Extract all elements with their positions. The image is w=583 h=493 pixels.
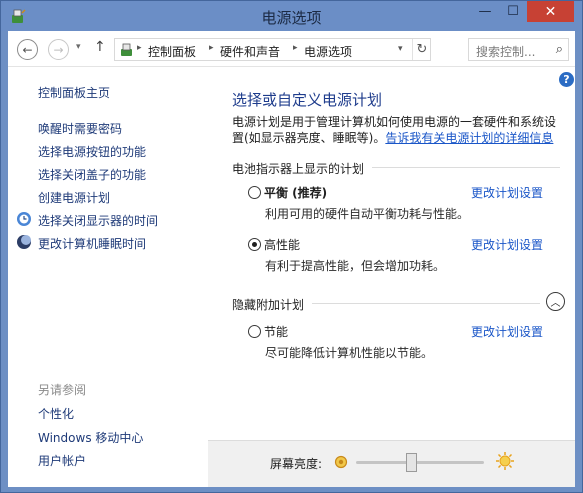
- display-clock-icon: [17, 212, 31, 226]
- plan-high-performance-radio[interactable]: [248, 238, 261, 251]
- close-button[interactable]: ✕: [527, 1, 574, 22]
- control-panel-icon: [121, 43, 132, 56]
- see-also-mobility-center-link[interactable]: Windows 移动中心: [38, 429, 143, 446]
- power-plan-help-link[interactable]: 告诉我有关电源计划的详细信息: [385, 131, 553, 145]
- screen-brightness-label: 屏幕亮度:: [270, 457, 323, 471]
- breadcrumb-separator-icon: ▸: [137, 43, 142, 53]
- brightness-slider-track[interactable]: [356, 461, 484, 464]
- minimize-button[interactable]: —: [471, 1, 499, 22]
- brightness-slider-thumb[interactable]: [405, 453, 417, 472]
- client-area: ← → ▾ ↑ ▸ 控制面板 ▸ 硬件和声音 ▸ 电源选项 ▾ ↻ 搜索控制..…: [8, 31, 575, 487]
- group-divider: [312, 303, 540, 304]
- group-divider: [372, 167, 560, 168]
- breadcrumb-separator-icon[interactable]: ▸: [209, 43, 214, 53]
- plan-high-performance-change-settings-link[interactable]: 更改计划设置: [471, 236, 543, 253]
- breadcrumb-hardware-sound[interactable]: 硬件和声音: [220, 43, 280, 60]
- navigation-bar: ← → ▾ ↑ ▸ 控制面板 ▸ 硬件和声音 ▸ 电源选项 ▾ ↻ 搜索控制..…: [8, 31, 575, 67]
- see-also-personalization-link[interactable]: 个性化: [38, 405, 74, 422]
- page-description: 电源计划是用于管理计算机如何使用电源的一套硬件和系统设 置(如显示器亮度、睡眠等…: [232, 114, 562, 146]
- up-button[interactable]: ↑: [94, 39, 106, 55]
- search-box[interactable]: 搜索控制... ⌕: [468, 38, 569, 61]
- sidebar-link-create-plan[interactable]: 创建电源计划: [38, 189, 110, 206]
- plan-high-performance-description: 有利于提高性能，但会增加功耗。: [265, 259, 446, 273]
- description-line-1: 电源计划是用于管理计算机如何使用电源的一套硬件和系统设: [232, 115, 557, 129]
- plan-balanced-description: 利用可用的硬件自动平衡功耗与性能。: [265, 207, 470, 221]
- see-also-heading: 另请参阅: [38, 383, 87, 397]
- description-line-2: 置(如显示器亮度、睡眠等)。: [232, 131, 386, 145]
- back-button[interactable]: ←: [17, 39, 38, 60]
- power-options-window: 电源选项 — ☐ ✕ ← → ▾ ↑ ▸ 控制面板 ▸ 硬件和声音 ▸ 电源选项…: [0, 0, 583, 493]
- plan-balanced-change-settings-link[interactable]: 更改计划设置: [471, 184, 543, 201]
- search-input[interactable]: 搜索控制...: [476, 43, 535, 60]
- recent-locations-chevron-down-icon[interactable]: ▾: [76, 42, 81, 52]
- sleep-moon-icon: [17, 235, 31, 249]
- plan-high-performance-name[interactable]: 高性能: [264, 236, 300, 253]
- plan-balanced-name[interactable]: 平衡 (推荐): [264, 184, 327, 201]
- sidebar-link-display-off[interactable]: 选择关闭显示器的时间: [38, 212, 158, 229]
- sidebar-link-wake-password[interactable]: 唤醒时需要密码: [38, 120, 122, 137]
- plan-power-saver-name[interactable]: 节能: [264, 323, 288, 340]
- collapse-hidden-plans-chevron-up-icon[interactable]: ︿: [546, 292, 565, 311]
- see-also-user-accounts-link[interactable]: 用户帐户: [38, 452, 86, 469]
- maximize-button[interactable]: ☐: [499, 1, 527, 22]
- left-task-pane: 控制面板主页 唤醒时需要密码 选择电源按钮的功能 选择关闭盖子的功能 创建电源计…: [8, 68, 208, 487]
- plan-balanced-radio[interactable]: [248, 186, 261, 199]
- brightness-high-sun-icon: [496, 452, 514, 470]
- page-title: 选择或自定义电源计划: [232, 91, 383, 109]
- title-bar[interactable]: 电源选项 — ☐ ✕: [1, 1, 582, 31]
- hidden-plans-group-label: 隐藏附加计划: [232, 298, 305, 312]
- plan-power-saver-change-settings-link[interactable]: 更改计划设置: [471, 323, 543, 340]
- control-panel-home-link[interactable]: 控制面板主页: [38, 84, 110, 101]
- sidebar-link-power-buttons[interactable]: 选择电源按钮的功能: [38, 143, 146, 160]
- refresh-icon[interactable]: ↻: [412, 39, 431, 60]
- sidebar-link-close-lid[interactable]: 选择关闭盖子的功能: [38, 166, 146, 183]
- brightness-bar: 屏幕亮度:: [208, 440, 575, 487]
- breadcrumb-separator-icon[interactable]: ▸: [293, 43, 298, 53]
- plan-power-saver-radio[interactable]: [248, 325, 261, 338]
- breadcrumb-power-options[interactable]: 电源选项: [304, 43, 352, 60]
- forward-button[interactable]: →: [48, 39, 69, 60]
- breadcrumb-control-panel[interactable]: 控制面板: [148, 43, 196, 60]
- battery-plans-group-label: 电池指示器上显示的计划: [232, 162, 365, 176]
- address-bar[interactable]: ▸ 控制面板 ▸ 硬件和声音 ▸ 电源选项 ▾ ↻: [114, 38, 431, 61]
- brightness-low-sun-icon: [334, 455, 348, 469]
- plan-power-saver-description: 尽可能降低计算机性能以节能。: [265, 346, 434, 360]
- search-icon[interactable]: ⌕: [556, 42, 563, 57]
- sidebar-link-sleep-time[interactable]: 更改计算机睡眠时间: [38, 235, 146, 252]
- address-dropdown-chevron-down-icon[interactable]: ▾: [398, 44, 403, 54]
- help-icon[interactable]: ?: [559, 72, 574, 87]
